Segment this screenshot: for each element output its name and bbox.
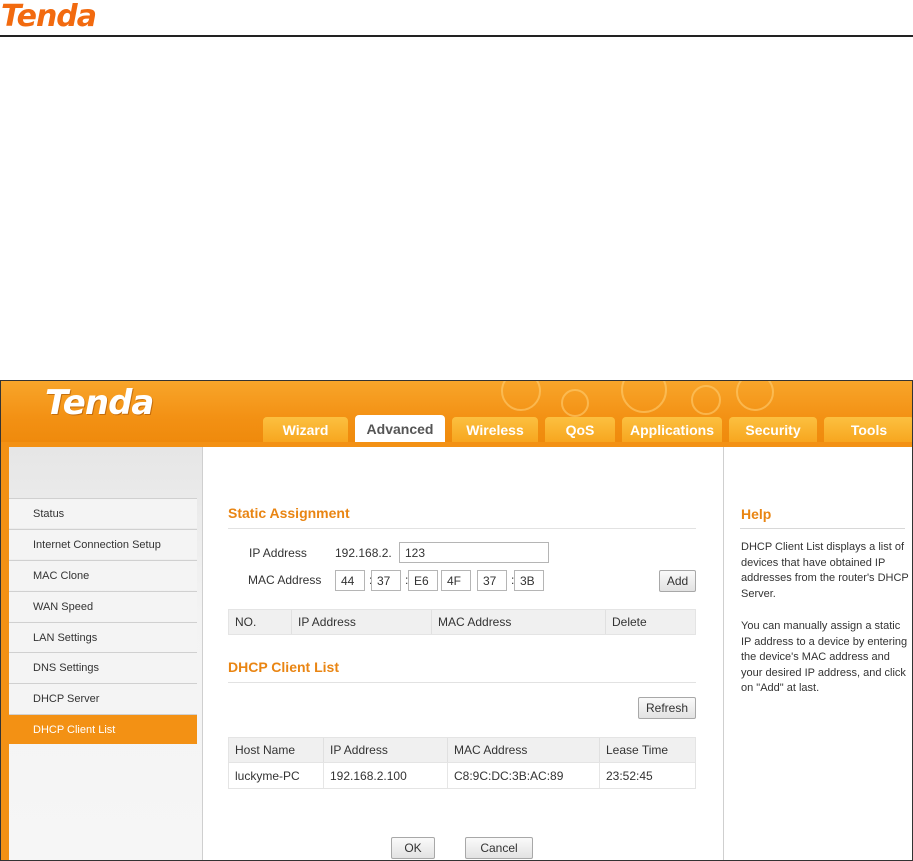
static-assignment-title: Static Assignment <box>228 505 350 521</box>
document-header-rule <box>0 35 913 37</box>
help-panel: Help DHCP Client List displays a list of… <box>723 447 912 860</box>
sidebar-item-mac-clone[interactable]: MAC Clone <box>9 560 197 590</box>
decorative-bubble <box>691 385 721 415</box>
tab-security[interactable]: Security <box>729 417 817 442</box>
column-header-ip-address: IP Address <box>323 738 447 762</box>
cell-mac-address: C8:9C:DC:3B:AC:89 <box>447 763 599 788</box>
ip-last-octet-input[interactable]: 123 <box>399 542 549 563</box>
decorative-bubble <box>561 389 589 417</box>
mac-octet-5-input[interactable]: 37 <box>477 570 507 591</box>
sidebar-item-dhcp-client-list[interactable]: DHCP Client List <box>9 714 197 744</box>
ip-address-label: IP Address <box>249 546 307 560</box>
tenda-logo: Tenda <box>45 383 154 423</box>
ip-prefix-text: 192.168.2. <box>335 546 392 560</box>
sidebar: Status Internet Connection Setup MAC Clo… <box>1 447 203 860</box>
sidebar-item-status[interactable]: Status <box>9 498 197 528</box>
ok-button[interactable]: OK <box>391 837 435 859</box>
column-header-mac-address: MAC Address <box>447 738 599 762</box>
main-nav-tabs: Wizard Advanced Wireless QoS Application… <box>263 415 912 442</box>
help-paragraph: DHCP Client List displays a list of devi… <box>741 541 909 600</box>
column-header-mac-address: MAC Address <box>431 610 605 634</box>
dhcp-client-list-title: DHCP Client List <box>228 659 339 675</box>
section-divider <box>228 528 696 529</box>
mac-octet-2-input[interactable]: 37 <box>371 570 401 591</box>
tab-qos[interactable]: QoS <box>545 417 615 442</box>
mac-address-label: MAC Address <box>248 573 322 587</box>
decorative-bubble <box>621 381 667 413</box>
sidebar-item-lan-settings[interactable]: LAN Settings <box>9 622 197 652</box>
tab-applications[interactable]: Applications <box>622 417 722 442</box>
sidebar-item-wan-speed[interactable]: WAN Speed <box>9 591 197 621</box>
cell-ip-address: 192.168.2.100 <box>323 763 447 788</box>
decorative-bubble <box>501 381 541 411</box>
column-header-no: NO. <box>235 615 257 629</box>
help-title: Help <box>741 506 772 522</box>
cancel-button[interactable]: Cancel <box>465 837 533 859</box>
client-list-table-header: Host Name IP Address MAC Address Lease T… <box>228 737 696 763</box>
mac-octet-6-input[interactable]: 3B <box>514 570 544 591</box>
static-assignment-table-header: NO. IP Address MAC Address Delete <box>228 609 696 635</box>
tab-advanced[interactable]: Advanced <box>355 415 445 442</box>
tab-wizard[interactable]: Wizard <box>263 417 348 442</box>
cell-lease-time: 23:52:45 <box>599 763 695 788</box>
column-header-delete: Delete <box>605 610 695 634</box>
tab-wireless[interactable]: Wireless <box>452 417 538 442</box>
document-logo: Tenda <box>1 0 97 34</box>
refresh-button[interactable]: Refresh <box>638 697 696 719</box>
decorative-bubble <box>736 381 774 411</box>
help-paragraph: You can manually assign a static IP addr… <box>741 620 908 694</box>
column-header-lease-time: Lease Time <box>599 738 695 762</box>
sidebar-item-dns-settings[interactable]: DNS Settings <box>9 652 197 682</box>
top-banner: Tenda Wizard Advanced Wireless QoS Appli… <box>1 381 912 442</box>
table-row: luckyme-PC 192.168.2.100 C8:9C:DC:3B:AC:… <box>228 763 696 789</box>
sidebar-item-dhcp-server[interactable]: DHCP Server <box>9 683 197 713</box>
cell-host-name: luckyme-PC <box>235 768 300 783</box>
column-header-host-name: Host Name <box>235 743 296 757</box>
column-header-ip-address: IP Address <box>291 610 431 634</box>
tab-tools[interactable]: Tools <box>824 417 912 442</box>
router-ui-screenshot: Tenda Wizard Advanced Wireless QoS Appli… <box>0 380 913 861</box>
mac-octet-4-input[interactable]: 4F <box>441 570 471 591</box>
sidebar-item-internet-connection-setup[interactable]: Internet Connection Setup <box>9 529 197 559</box>
add-button[interactable]: Add <box>659 570 696 592</box>
help-divider <box>740 528 905 529</box>
mac-octet-1-input[interactable]: 44 <box>335 570 365 591</box>
section-divider <box>228 682 696 683</box>
main-content: Static Assignment IP Address 192.168.2. … <box>204 447 722 860</box>
mac-octet-3-input[interactable]: E6 <box>408 570 438 591</box>
